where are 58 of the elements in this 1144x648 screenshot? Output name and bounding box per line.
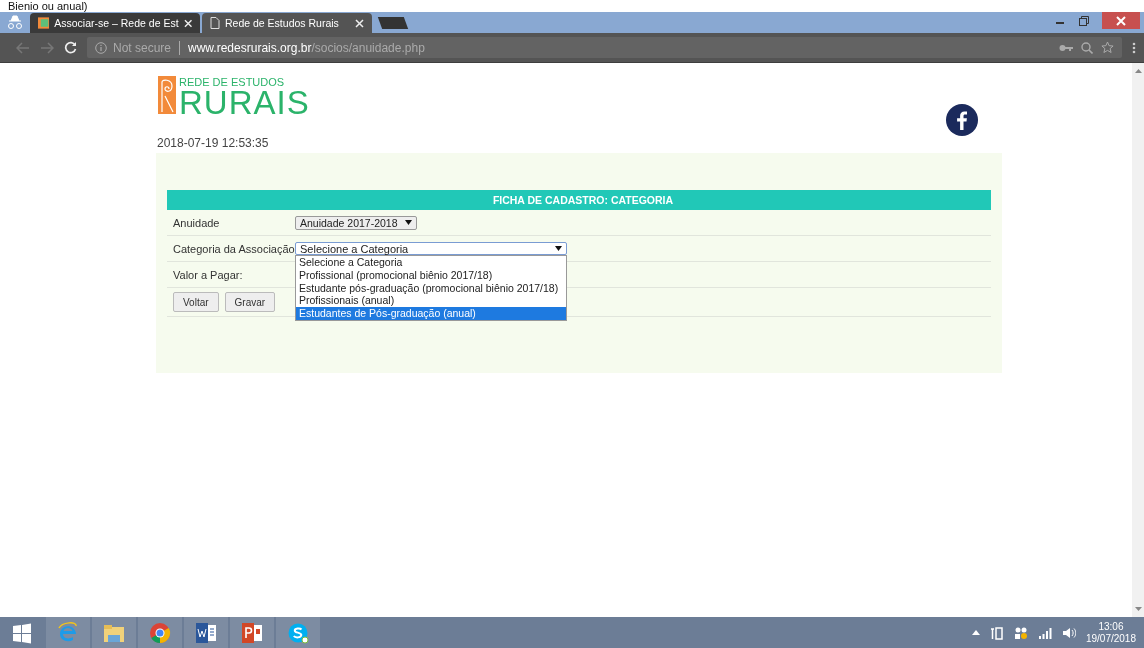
url-path: /socios/anuidade.php: [311, 40, 425, 55]
reload-icon[interactable]: [64, 41, 77, 54]
scrollbar[interactable]: [1132, 63, 1144, 617]
page-icon[interactable]: [210, 17, 220, 29]
tab-title: Rede de Estudos Rurais: [225, 17, 340, 29]
close-button[interactable]: [1102, 12, 1140, 29]
word-icon[interactable]: [195, 621, 217, 644]
form-button[interactable]: Voltar: [173, 292, 219, 312]
zoom-icon[interactable]: [1081, 41, 1093, 54]
dropdown-option[interactable]: Estudantes de Pós-graduação (anual): [296, 307, 566, 320]
close-icon[interactable]: [355, 18, 364, 28]
facebook-icon[interactable]: [946, 104, 978, 136]
chrome-icon[interactable]: [149, 621, 171, 644]
field-label: Anuidade: [173, 216, 221, 229]
logo-text: REDE DE ESTUDOS: [179, 76, 286, 88]
logo-text: RURAIS: [179, 88, 310, 118]
restore-icon[interactable]: [1078, 15, 1090, 27]
scroll-down-icon[interactable]: [1134, 607, 1142, 611]
logo-mark-icon[interactable]: [158, 76, 176, 114]
dropdown[interactable]: Selecione a Categoria: [295, 242, 567, 255]
close-icon[interactable]: [183, 18, 192, 28]
tray-overflow-icon[interactable]: [971, 630, 980, 635]
browser-tab[interactable]: Associar-se – Rede de Est: [30, 13, 200, 33]
url-host: www.redesrurais.org.br: [188, 40, 312, 55]
scroll-up-icon[interactable]: [1134, 69, 1142, 73]
caption-text: Bienio ou anual): [7, 0, 89, 12]
start-icon[interactable]: [11, 621, 33, 644]
people-icon[interactable]: [1013, 625, 1028, 640]
skype-icon[interactable]: [287, 621, 309, 644]
key-icon[interactable]: [1059, 43, 1073, 52]
form-button[interactable]: Gravar: [224, 292, 276, 312]
dropdown-option[interactable]: Selecione a Categoria: [296, 256, 566, 269]
menu-icon[interactable]: [1132, 41, 1136, 54]
dropdown-option[interactable]: Estudante pós-graduação (promocional biênio 2017/18): [296, 281, 566, 295]
volume-icon[interactable]: [1061, 626, 1076, 639]
new-tab-button[interactable]: [377, 17, 409, 29]
caret-icon[interactable]: [555, 246, 562, 251]
browser-tab[interactable]: Rede de Estudos Rurais: [202, 13, 372, 33]
caret-icon[interactable]: [405, 220, 412, 225]
address-bar[interactable]: Not secure www.redesrurais.org.br/socios/anuidade.php: [87, 37, 1122, 58]
security-label: Not secure: [113, 40, 172, 55]
device-icon[interactable]: [989, 625, 1004, 640]
field-label: Categoria da Associação: [173, 242, 295, 255]
signal-icon[interactable]: [1037, 626, 1052, 639]
star-icon[interactable]: [1101, 41, 1114, 54]
timestamp: 2018-07-19 12:53:35: [157, 136, 270, 150]
clock-date: 19/07/2018: [1085, 632, 1136, 645]
field-label: Valor a Pagar:: [173, 268, 244, 281]
dropdown-option[interactable]: Profissional (promocional biênio 2017/18): [296, 268, 566, 282]
powerpoint-icon[interactable]: [241, 621, 263, 644]
dropdown[interactable]: Anuidade 2017-2018: [295, 215, 417, 230]
form-header: FICHA DE CADASTRO: CATEGORIA: [167, 190, 991, 210]
dropdown-option[interactable]: Profissionais (anual): [296, 294, 566, 308]
incognito-icon[interactable]: [6, 15, 24, 29]
site-icon[interactable]: [38, 17, 50, 29]
info-icon[interactable]: [95, 41, 107, 54]
clock-time: 13:06: [1097, 620, 1125, 633]
tab-title: Associar-se – Rede de Est: [54, 17, 179, 29]
